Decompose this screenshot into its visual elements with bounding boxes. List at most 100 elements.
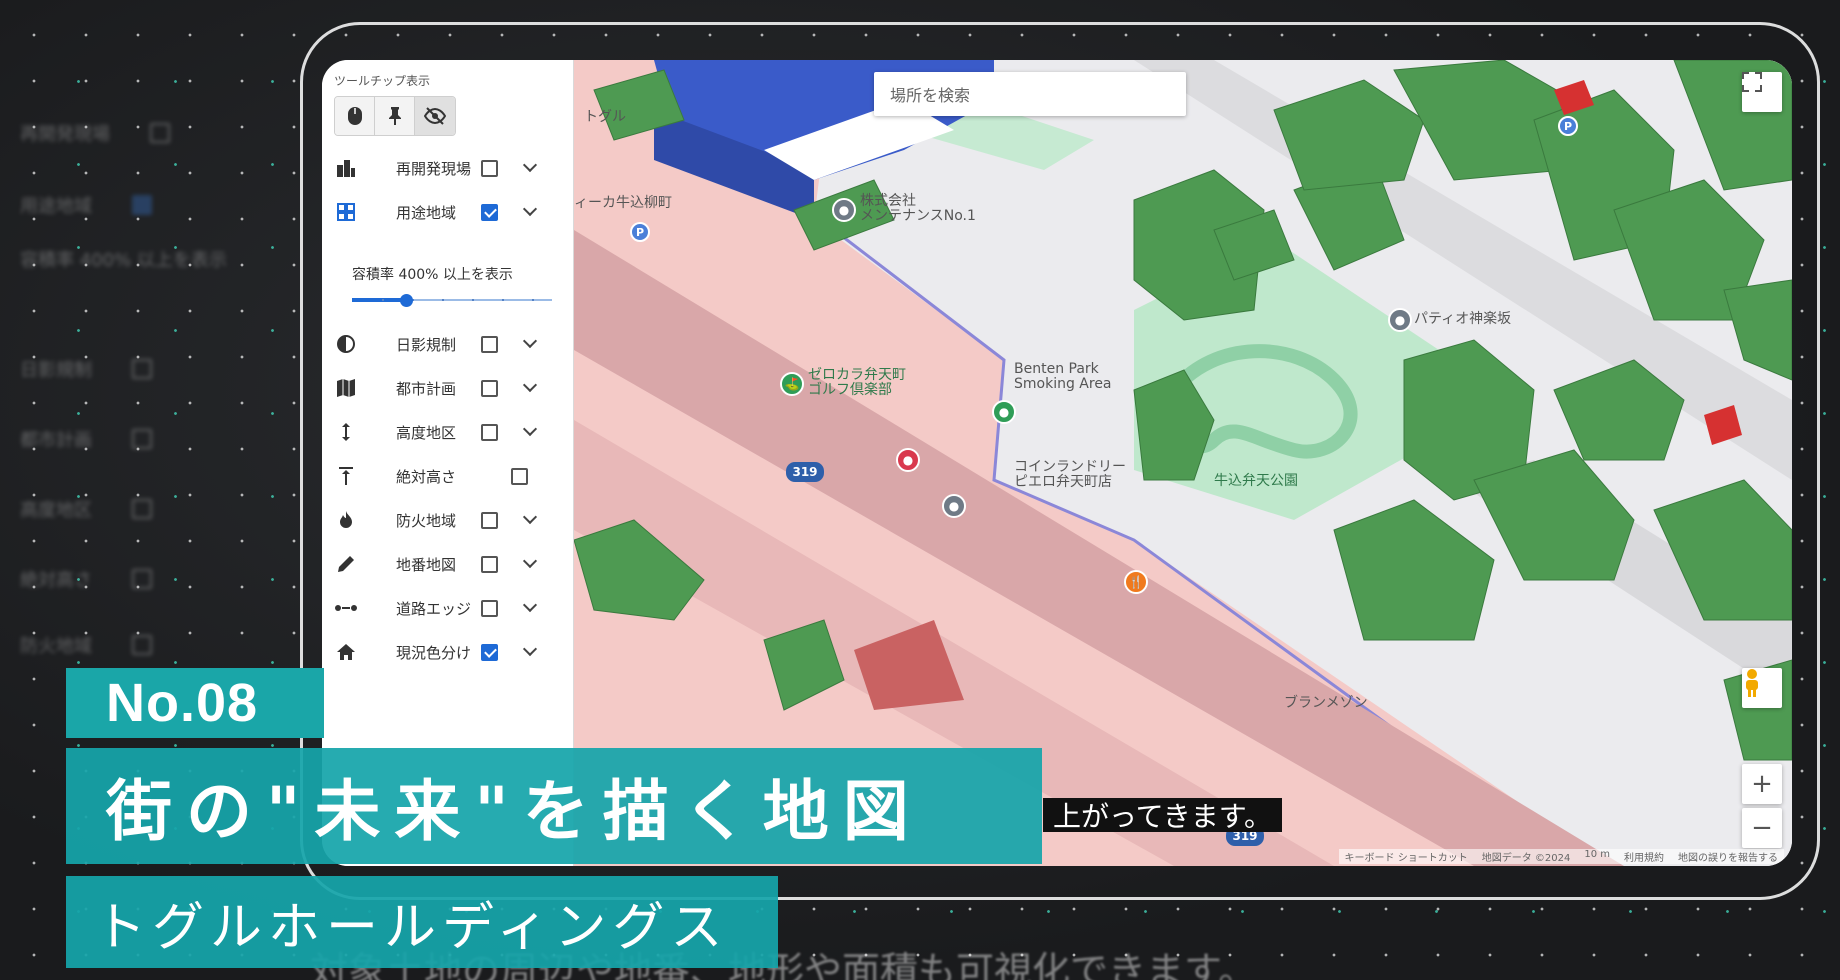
layer-row-absolute-height[interactable]: 絶対高さ — [322, 456, 574, 496]
layer-checkbox[interactable] — [481, 643, 498, 661]
pin-tool-button[interactable] — [375, 97, 415, 135]
parking-icon[interactable]: P — [1558, 116, 1578, 136]
episode-number: No.08 — [106, 673, 259, 733]
ghost-label-4: 日影規制 — [20, 360, 92, 381]
layer-checkbox[interactable] — [481, 203, 498, 221]
layer-row-parcel-map[interactable]: 地番地図 — [322, 544, 574, 584]
attribution-item: 地図データ ©2024 — [1481, 853, 1571, 864]
map-canvas[interactable] — [574, 60, 1792, 866]
parking-icon[interactable]: P — [630, 222, 650, 242]
golf-pin-icon[interactable]: ⛳ — [780, 372, 804, 396]
floor-area-ratio-slider[interactable] — [352, 292, 552, 308]
layer-checkbox[interactable] — [481, 335, 498, 353]
poi-label-company[interactable]: 株式会社 メンテナンスNo.1 — [860, 194, 976, 224]
hide-tool-button[interactable] — [415, 97, 455, 135]
poi-label-shop[interactable]: ィーカ牛込柳町 — [574, 196, 672, 211]
layer-row-redevelopment[interactable]: 再開発現場 — [322, 148, 574, 188]
layer-row-zoning[interactable]: 用途地域 — [322, 192, 574, 232]
absolute-height-icon — [334, 464, 358, 488]
episode-number-badge: No.08 — [66, 668, 324, 738]
chevron-down-icon[interactable] — [522, 597, 538, 613]
layer-label: 用途地域 — [396, 203, 457, 222]
poi-label-park[interactable]: 牛込弁天公園 — [1214, 474, 1298, 489]
chevron-down-icon[interactable] — [522, 201, 538, 217]
mouse-tool-button[interactable] — [335, 97, 375, 135]
attribution-item[interactable]: キーボード ショートカット — [1345, 849, 1468, 864]
poi-label-laundry[interactable]: コインランドリー ピエロ弁天町店 — [1014, 460, 1126, 490]
dotted-line-icon — [334, 596, 358, 620]
poi-label-patio[interactable]: パティオ神楽坂 — [1414, 312, 1511, 327]
home-icon — [334, 640, 358, 664]
laundry-pin-icon[interactable]: ● — [896, 448, 920, 472]
layer-label: 道路エッジ — [396, 599, 472, 618]
map-attribution: キーボード ショートカット 地図データ ©2024 10 m 利用規約 地図の誤… — [1338, 849, 1784, 864]
tooltip-title: ツールチップ表示 — [334, 74, 431, 88]
layer-checkbox[interactable] — [511, 467, 528, 485]
chevron-down-icon[interactable] — [522, 333, 538, 349]
patio-pin-icon[interactable]: ● — [1388, 308, 1412, 332]
ghost-label-7: 絶対高さ — [20, 570, 92, 591]
ghost-label-8: 防火地域 — [20, 636, 92, 657]
layer-label: 防火地域 — [396, 511, 457, 530]
layer-label: 絶対高さ — [396, 467, 457, 486]
pin-icon — [388, 107, 401, 125]
chevron-down-icon[interactable] — [522, 641, 538, 657]
grid-icon — [334, 200, 358, 224]
poi-pin-icon[interactable]: ● — [942, 494, 966, 518]
layer-checkbox[interactable] — [481, 159, 498, 177]
company-banner: トグルホールディングス — [66, 876, 778, 968]
layer-row-shadow[interactable]: 日影規制 — [322, 324, 574, 364]
fullscreen-button[interactable] — [1742, 72, 1782, 112]
half-circle-icon — [334, 332, 358, 356]
chevron-down-icon[interactable] — [522, 553, 538, 569]
attribution-item[interactable]: 利用規約 — [1624, 849, 1664, 864]
poi-pin-icon[interactable]: ● — [832, 198, 856, 222]
poi-label-golf[interactable]: ゼロカラ弁天町 ゴルフ倶楽部 — [808, 368, 906, 398]
attribution-item[interactable]: 地図の誤りを報告する — [1678, 849, 1778, 864]
layer-checkbox[interactable] — [481, 379, 498, 397]
zoom-in-button[interactable]: + — [1742, 764, 1782, 804]
layer-row-height-district[interactable]: 高度地区 — [322, 412, 574, 452]
map-icon — [334, 376, 358, 400]
height-arrow-icon — [334, 420, 358, 444]
chevron-down-icon[interactable] — [522, 377, 538, 393]
ghost-label-3: 容積率 400% 以上を表示 — [20, 250, 227, 271]
layer-row-fire-district[interactable]: 防火地域 — [322, 500, 574, 540]
chevron-down-icon[interactable] — [522, 157, 538, 173]
ghost-label-1: 再開発現場 — [20, 124, 110, 145]
mouse-icon — [347, 107, 362, 125]
layer-checkbox[interactable] — [481, 599, 498, 617]
layer-label: 再開発現場 — [396, 159, 472, 178]
fullscreen-icon — [1742, 72, 1762, 92]
title-banner: 街の"未来"を描く地図 — [66, 748, 1042, 864]
map-view[interactable]: 場所を検索 + − 株式会社 メンテナンスNo.1 ● ゼロカラ弁天町 ゴルフ倶… — [574, 60, 1792, 866]
layer-panel: ツールチップ表示 再開発現場 用途地域 容積率 400% 以上を表示 日影規制 … — [322, 60, 574, 866]
layer-checkbox[interactable] — [481, 555, 498, 573]
route-shield: 319 — [786, 462, 824, 482]
slider-thumb[interactable] — [400, 294, 413, 307]
fire-icon — [334, 508, 358, 532]
layer-checkbox[interactable] — [481, 511, 498, 529]
layer-label: 現況色分け — [396, 643, 472, 662]
layer-row-city-plan[interactable]: 都市計画 — [322, 368, 574, 408]
eye-off-icon — [424, 107, 446, 125]
search-input[interactable]: 場所を検索 — [874, 72, 1186, 116]
pencil-icon — [334, 552, 358, 576]
chevron-down-icon[interactable] — [522, 421, 538, 437]
chevron-down-icon[interactable] — [522, 509, 538, 525]
video-frame: 再開発現場 用途地域 容積率 400% 以上を表示 日影規制 都市計画 高度地区… — [0, 0, 1840, 980]
restaurant-pin-icon[interactable]: 🍴 — [1124, 570, 1148, 594]
poi-label-brand[interactable]: ブランメゾン — [1284, 696, 1368, 711]
street-view-button[interactable] — [1742, 668, 1782, 708]
layer-row-road-edge[interactable]: 道路エッジ — [322, 588, 574, 628]
poi-label-smoking[interactable]: Benten Park Smoking Area — [1014, 362, 1112, 392]
layer-checkbox[interactable] — [481, 423, 498, 441]
layer-label: 地番地図 — [396, 555, 457, 574]
poi-label-togle[interactable]: トグル — [584, 110, 626, 125]
layer-label: 高度地区 — [396, 423, 457, 442]
tooltip-toolbar — [334, 96, 456, 136]
floor-area-ratio-label: 容積率 400% 以上を表示 — [352, 267, 513, 283]
zoom-out-button[interactable]: − — [1742, 808, 1782, 848]
layer-row-current-use[interactable]: 現況色分け — [322, 632, 574, 672]
smoking-pin-icon[interactable]: ● — [992, 400, 1016, 424]
